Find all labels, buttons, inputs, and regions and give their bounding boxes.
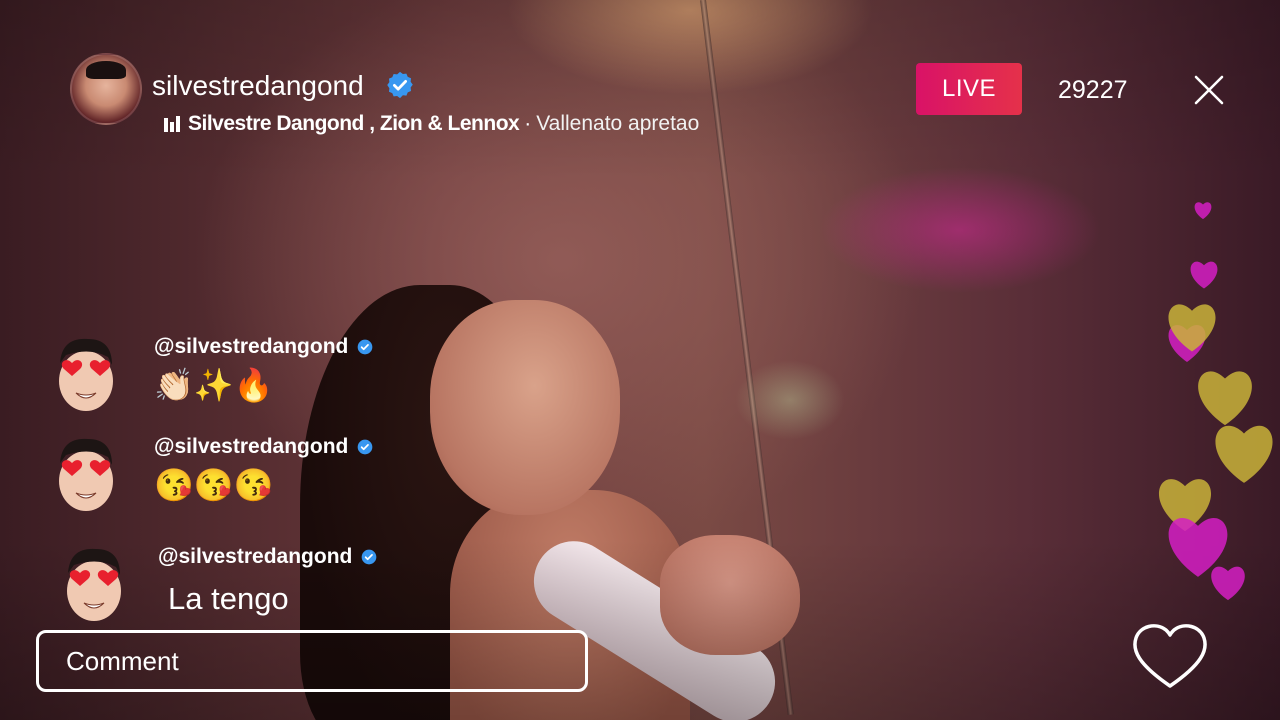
heart-eyes-memoji-avatar[interactable] xyxy=(58,543,130,623)
comment-username[interactable]: @silvestredangond xyxy=(158,543,377,571)
comment-text: La tengo xyxy=(168,581,289,616)
verified-badge-icon xyxy=(358,339,373,355)
host-avatar-hair xyxy=(86,61,126,79)
viewer-count: 29227 xyxy=(1058,76,1128,104)
comment-text: 👏🏻✨🔥 xyxy=(154,367,274,403)
heart-eyes-memoji-avatar[interactable] xyxy=(50,333,122,413)
heart-icon xyxy=(1168,304,1216,352)
song-separator: · xyxy=(524,112,532,135)
heart-icon xyxy=(1194,202,1212,220)
heart-outline-icon[interactable] xyxy=(1130,620,1210,692)
equalizer-icon xyxy=(164,116,180,132)
comment-username[interactable]: @silvestredangond xyxy=(154,333,373,361)
comment-item: @silvestredangond La tengo xyxy=(50,543,470,643)
song-artists: Silvestre Dangond , Zion & Lennox xyxy=(188,112,520,135)
floating-hearts xyxy=(1140,170,1280,620)
song-title: Vallenato apretao xyxy=(536,112,700,135)
heart-icon xyxy=(1211,566,1245,601)
host-avatar[interactable] xyxy=(70,53,142,125)
heart-eyes-memoji-avatar[interactable] xyxy=(50,433,122,513)
comment-text: 😘😘😘 xyxy=(154,467,274,503)
music-attribution[interactable]: Silvestre Dangond , Zion & Lennox · Vall… xyxy=(164,110,699,138)
comment-username[interactable]: @silvestredangond xyxy=(154,433,373,461)
comment-item: @silvestredangond 👏🏻✨🔥 xyxy=(50,333,470,433)
comment-input[interactable] xyxy=(36,630,588,692)
heart-icon xyxy=(1190,261,1218,289)
close-icon[interactable] xyxy=(1192,73,1226,107)
verified-badge-icon xyxy=(362,549,377,565)
host-username[interactable]: silvestredangond xyxy=(152,68,364,104)
verified-badge-icon xyxy=(358,439,373,455)
comment-item: @silvestredangond 😘😘😘 xyxy=(50,433,470,533)
live-badge: LIVE xyxy=(916,63,1022,115)
verified-badge-icon xyxy=(387,71,413,99)
